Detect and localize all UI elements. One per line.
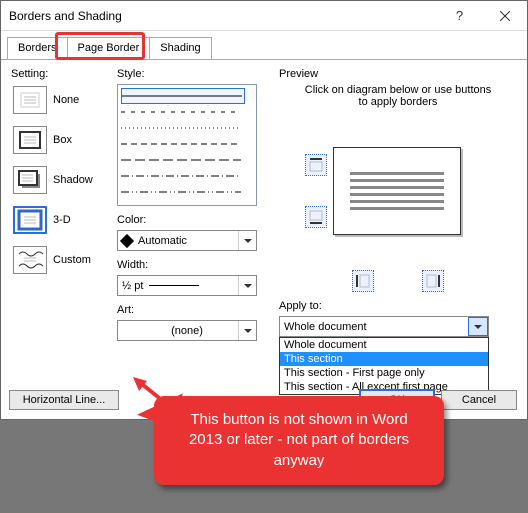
tab-shading[interactable]: Shading — [149, 37, 211, 59]
preview-column: Preview Click on diagram below or use bu… — [279, 68, 517, 372]
style-solid[interactable] — [121, 88, 245, 104]
setting-shadow-label: Shadow — [53, 174, 93, 186]
style-dash-med[interactable] — [121, 136, 245, 152]
width-sample-icon — [149, 285, 199, 286]
style-dash-dot-dot[interactable] — [121, 184, 245, 200]
preview-page[interactable] — [333, 147, 461, 235]
apply-to-listbox[interactable]: Whole document This section This section… — [279, 337, 489, 395]
style-dash-long[interactable] — [121, 152, 245, 168]
style-column: Style: Color: Automatic Width: — [117, 68, 267, 372]
preview-hint: Click on diagram below or use buttons to… — [303, 84, 493, 108]
setting-custom-label: Custom — [53, 254, 91, 266]
apply-to-label: Apply to: — [279, 300, 517, 312]
titlebar: Borders and Shading ? — [1, 1, 527, 31]
chevron-down-icon — [468, 317, 488, 336]
chevron-down-icon — [238, 321, 256, 340]
tab-borders[interactable]: Borders — [7, 37, 68, 59]
help-button[interactable]: ? — [437, 1, 482, 31]
setting-box[interactable]: Box — [11, 124, 111, 156]
close-button[interactable] — [482, 1, 527, 31]
setting-custom[interactable]: Custom — [11, 244, 111, 276]
tab-page-border[interactable]: Page Border — [67, 37, 151, 59]
setting-label: Setting: — [11, 68, 111, 80]
style-dash-sparse[interactable] — [121, 104, 245, 120]
apply-to-option[interactable]: This section — [280, 352, 488, 366]
style-dotted[interactable] — [121, 120, 245, 136]
threed-icon — [13, 206, 47, 234]
annotation-text: This button is not shown in Word 2013 or… — [189, 411, 409, 469]
horizontal-line-button[interactable]: Horizontal Line... — [9, 390, 119, 410]
dialog-title: Borders and Shading — [9, 9, 437, 23]
color-swatch-icon — [120, 233, 134, 247]
apply-to-value: Whole document — [284, 321, 367, 333]
setting-column: Setting: None Box Shadow 3-D Custom — [11, 68, 111, 372]
cancel-button[interactable]: Cancel — [441, 390, 517, 410]
none-icon — [13, 86, 47, 114]
setting-3d[interactable]: 3-D — [11, 204, 111, 236]
border-top-icon — [308, 157, 324, 173]
color-value: Automatic — [138, 235, 187, 247]
border-bottom-icon — [308, 209, 324, 225]
tab-strip: Borders Page Border Shading — [1, 31, 527, 60]
box-icon — [13, 126, 47, 154]
setting-3d-label: 3-D — [53, 214, 71, 226]
setting-box-label: Box — [53, 134, 72, 146]
borders-shading-dialog: Borders and Shading ? Borders Page Borde… — [0, 0, 528, 420]
shadow-icon — [13, 166, 47, 194]
annotation-callout: This button is not shown in Word 2013 or… — [154, 396, 444, 485]
apply-to-option[interactable]: Whole document — [280, 338, 488, 352]
border-right-icon — [425, 273, 441, 289]
border-right-button[interactable] — [422, 270, 444, 292]
art-value: (none) — [122, 325, 252, 337]
style-dash-dot[interactable] — [121, 168, 245, 184]
setting-shadow[interactable]: Shadow — [11, 164, 111, 196]
color-label: Color: — [117, 214, 267, 226]
width-label: Width: — [117, 259, 267, 271]
art-dropdown[interactable]: (none) — [117, 320, 257, 341]
setting-none-label: None — [53, 94, 79, 106]
setting-none[interactable]: None — [11, 84, 111, 116]
width-value: ½ pt — [122, 280, 143, 292]
art-label: Art: — [117, 304, 267, 316]
border-left-icon — [355, 273, 371, 289]
close-icon — [500, 11, 510, 21]
dialog-body: Setting: None Box Shadow 3-D Custom — [1, 60, 527, 376]
preview-label: Preview — [279, 68, 517, 80]
chevron-down-icon — [238, 231, 256, 250]
color-dropdown[interactable]: Automatic — [117, 230, 257, 251]
apply-to-option[interactable]: This section - First page only — [280, 366, 488, 380]
style-listbox[interactable] — [117, 84, 257, 206]
chevron-down-icon — [238, 276, 256, 295]
border-bottom-button[interactable] — [305, 206, 327, 228]
preview-diagram — [279, 116, 517, 266]
border-left-button[interactable] — [352, 270, 374, 292]
width-dropdown[interactable]: ½ pt — [117, 275, 257, 296]
border-top-button[interactable] — [305, 154, 327, 176]
apply-to-dropdown[interactable]: Whole document — [279, 316, 489, 337]
custom-icon — [13, 246, 47, 274]
style-label: Style: — [117, 68, 267, 80]
